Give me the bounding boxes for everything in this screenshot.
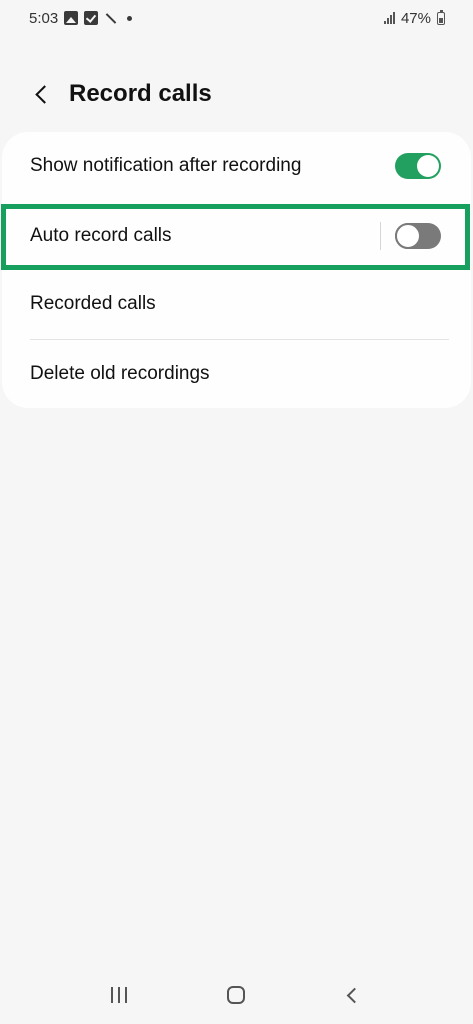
battery-icon xyxy=(437,9,445,25)
screen: 5:03 47% Record calls Show notification … xyxy=(0,0,473,1024)
recorded-calls-label: Recorded calls xyxy=(30,293,156,314)
nav-back-button[interactable] xyxy=(324,975,384,1015)
recorded-calls-row[interactable]: Recorded calls xyxy=(2,270,471,338)
vertical-divider xyxy=(380,222,381,250)
home-button[interactable] xyxy=(206,975,266,1015)
back-button[interactable] xyxy=(18,70,66,118)
status-bar: 5:03 47% xyxy=(0,0,473,36)
auto-record-row[interactable]: Auto record calls xyxy=(2,202,471,270)
gallery-icon xyxy=(64,11,79,25)
app-header: Record calls xyxy=(0,70,473,118)
recents-icon xyxy=(110,987,127,1003)
auto-record-toggle[interactable] xyxy=(395,223,441,249)
chevron-left-icon xyxy=(34,84,54,104)
settings-card: Show notification after recording Auto r… xyxy=(2,132,471,408)
back-icon xyxy=(346,987,362,1003)
show-notification-row[interactable]: Show notification after recording xyxy=(2,132,471,200)
show-notification-label: Show notification after recording xyxy=(30,155,302,176)
signal-icon xyxy=(383,12,395,24)
magic-wand-icon xyxy=(104,11,118,25)
battery-percent: 47% xyxy=(400,9,431,27)
toggle-knob xyxy=(417,155,439,177)
navigation-bar xyxy=(0,966,473,1024)
toggle-knob xyxy=(395,223,421,249)
delete-old-recordings-label: Delete old recordings xyxy=(30,363,210,384)
delete-old-recordings-row[interactable]: Delete old recordings xyxy=(2,340,471,408)
home-icon xyxy=(227,986,246,1004)
auto-record-label: Auto record calls xyxy=(30,225,172,246)
recents-button[interactable] xyxy=(89,975,149,1015)
page-title: Record calls xyxy=(69,80,212,107)
auto-record-toggle-wrap xyxy=(380,222,441,250)
dot-icon xyxy=(127,15,133,21)
checkbox-icon xyxy=(84,11,99,25)
status-time: 5:03 xyxy=(29,9,59,27)
status-left: 5:03 xyxy=(29,9,133,27)
show-notification-toggle[interactable] xyxy=(395,153,441,179)
status-right: 47% xyxy=(383,9,445,27)
